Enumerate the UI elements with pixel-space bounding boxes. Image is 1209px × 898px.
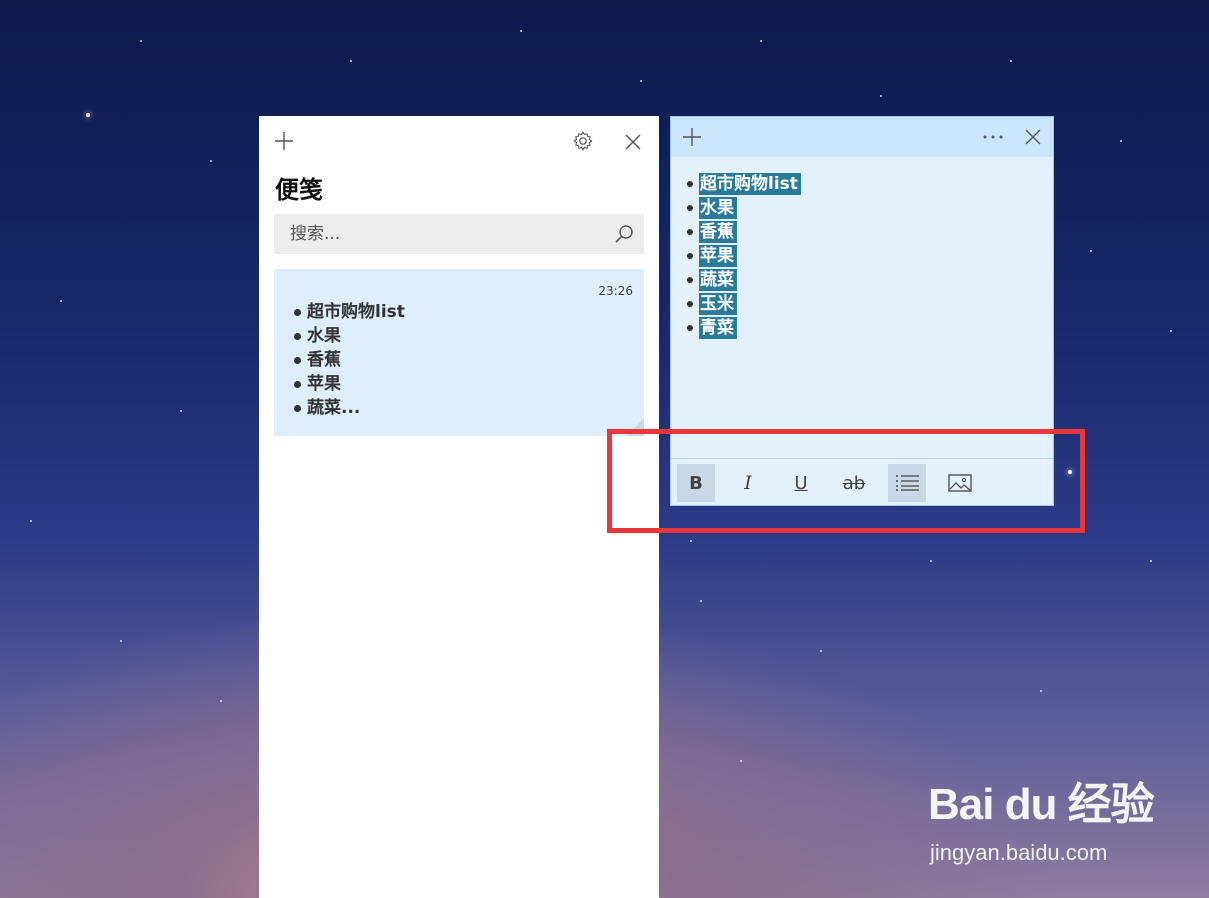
- list-item[interactable]: 香蕉: [687, 220, 801, 244]
- star: [220, 700, 222, 702]
- star: [86, 113, 90, 117]
- bullet-icon: [687, 181, 693, 187]
- settings-button[interactable]: [571, 129, 595, 153]
- note-preview-list: 超市购物list 水果 香蕉 苹果 蔬菜...: [294, 300, 405, 420]
- star: [1040, 690, 1042, 692]
- bullet-icon: [294, 380, 301, 388]
- star: [930, 560, 932, 562]
- star: [210, 160, 212, 162]
- star: [140, 40, 142, 42]
- star: [740, 760, 742, 762]
- star: [1090, 250, 1092, 252]
- search-field[interactable]: [274, 214, 644, 254]
- star: [1120, 140, 1122, 142]
- list-item: 超市购物list: [294, 300, 405, 324]
- bullet-icon: [687, 301, 693, 307]
- star: [700, 600, 702, 602]
- search-icon[interactable]: [614, 224, 634, 244]
- note-list[interactable]: 超市购物list 水果 香蕉 苹果 蔬菜 玉米 青菜: [687, 172, 801, 340]
- star: [1010, 60, 1012, 62]
- selected-text[interactable]: 苹果: [699, 245, 737, 267]
- selected-text[interactable]: 水果: [699, 197, 737, 219]
- list-item-text: 苹果: [307, 374, 341, 394]
- star: [760, 40, 762, 42]
- star: [1150, 560, 1152, 562]
- list-item-text: 香蕉: [307, 350, 341, 370]
- bullet-icon: [687, 229, 693, 235]
- selected-text[interactable]: 蔬菜: [699, 269, 737, 291]
- star: [1170, 330, 1172, 332]
- note-card[interactable]: 23:26 超市购物list 水果 香蕉 苹果 蔬菜...: [274, 269, 644, 436]
- list-item[interactable]: 蔬菜: [687, 268, 801, 292]
- list-item[interactable]: 青菜: [687, 316, 801, 340]
- add-note-button[interactable]: [273, 130, 295, 152]
- star: [640, 80, 642, 82]
- star: [690, 540, 692, 542]
- list-item: 苹果: [294, 372, 405, 396]
- close-icon: [625, 134, 641, 150]
- bullet-icon: [294, 404, 301, 412]
- list-item[interactable]: 超市购物list: [687, 172, 801, 196]
- bullet-icon: [687, 277, 693, 283]
- star: [820, 650, 822, 652]
- more-icon: [983, 135, 1003, 139]
- close-note-button[interactable]: [1023, 127, 1043, 147]
- plus-icon: [683, 128, 701, 146]
- list-item-text: 水果: [307, 326, 341, 346]
- bullet-icon: [294, 308, 301, 316]
- close-icon: [1025, 129, 1041, 145]
- list-item-text: 蔬菜...: [307, 398, 361, 418]
- watermark-url: jingyan.baidu.com: [930, 840, 1108, 865]
- note-titlebar[interactable]: [671, 117, 1053, 157]
- note-timestamp: 23:26: [598, 284, 633, 298]
- selected-text[interactable]: 玉米: [699, 293, 737, 315]
- notes-list-panel: 便笺 23:26 超市购物list 水果 香蕉 苹果 蔬菜...: [259, 116, 659, 898]
- list-item: 蔬菜...: [294, 396, 405, 420]
- watermark-logo: Bai du 经验: [928, 780, 1155, 829]
- star: [520, 30, 522, 32]
- list-item[interactable]: 玉米: [687, 292, 801, 316]
- star: [30, 520, 32, 522]
- list-item[interactable]: 水果: [687, 196, 801, 220]
- selected-text[interactable]: 青菜: [699, 317, 737, 339]
- highlight-frame: [607, 429, 1085, 533]
- list-item: 水果: [294, 324, 405, 348]
- bullet-icon: [294, 332, 301, 340]
- plus-icon: [275, 132, 293, 150]
- list-item: 香蕉: [294, 348, 405, 372]
- list-item[interactable]: 苹果: [687, 244, 801, 268]
- star: [350, 60, 352, 62]
- bullet-icon: [687, 205, 693, 211]
- list-item-text: 超市购物list: [307, 302, 405, 322]
- search-input[interactable]: [274, 224, 594, 244]
- bullet-icon: [687, 253, 693, 259]
- selected-text[interactable]: 超市购物list: [699, 173, 801, 195]
- selected-text[interactable]: 香蕉: [699, 221, 737, 243]
- baidu-watermark: Bai du 经验 jingyan.baidu.com: [928, 768, 1168, 878]
- bullet-icon: [687, 325, 693, 331]
- gear-icon: [573, 131, 593, 151]
- more-menu-button[interactable]: [981, 126, 1005, 148]
- bullet-icon: [294, 356, 301, 364]
- close-panel-button[interactable]: [622, 131, 644, 153]
- new-note-button[interactable]: [681, 126, 703, 148]
- star: [120, 640, 122, 642]
- star: [60, 300, 62, 302]
- page-title: 便笺: [275, 176, 323, 204]
- star: [880, 95, 882, 97]
- star: [180, 410, 182, 412]
